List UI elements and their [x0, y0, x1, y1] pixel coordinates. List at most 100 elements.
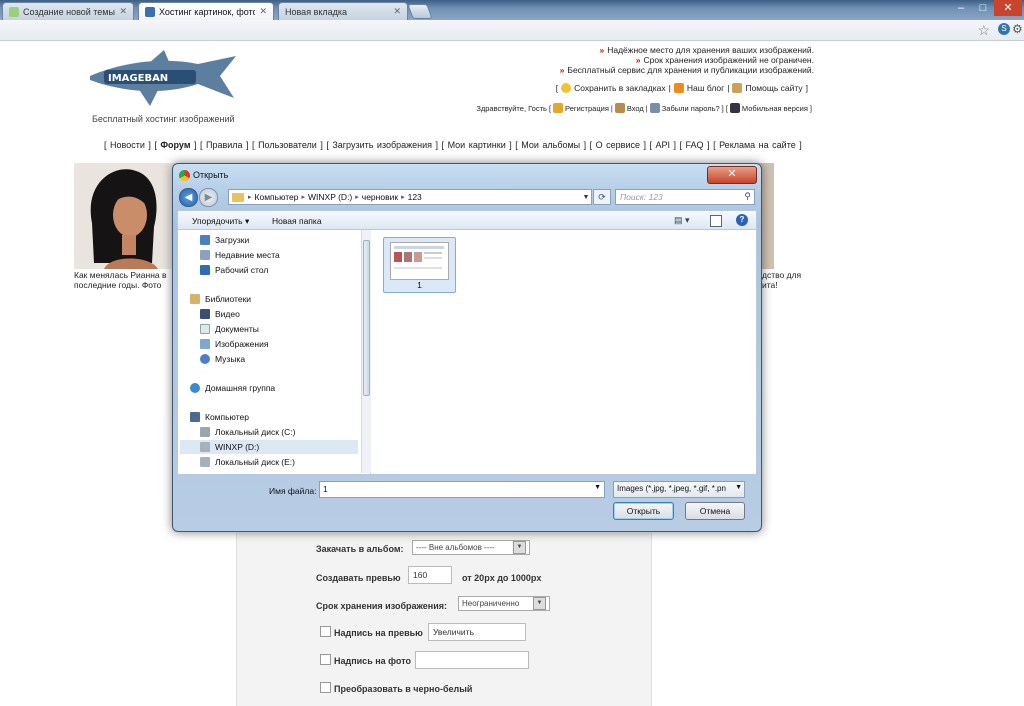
bookmark-link[interactable]: Сохранить в закладках: [574, 83, 665, 93]
navigation-pane: Загрузки Недавние места Рабочий стол Биб…: [177, 230, 372, 475]
open-file-dialog: Открыть ✕ ◀ ▶ ▸ Компьютер ▸ WINXP (D:) ▸ че…: [172, 163, 762, 532]
scrollbar-thumb[interactable]: [363, 240, 370, 396]
photo-caption-checkbox[interactable]: [320, 654, 331, 665]
view-options-icon[interactable]: ▤ ▾: [674, 215, 690, 226]
nav-documents[interactable]: Документы: [200, 324, 259, 334]
close-tab-icon[interactable]: ✕: [119, 6, 127, 17]
filetype-select[interactable]: Images (*.jpg, *.jpeg, *.gif, *.pn ▼: [613, 481, 745, 498]
mobile-link[interactable]: Мобильная версия: [742, 104, 808, 113]
storage-select[interactable]: Неограниченно ▼: [458, 596, 550, 611]
header-links: [ Сохранить в закладках | Наш блог | Помощ…: [555, 83, 808, 93]
nav-rules[interactable]: Правила: [206, 140, 243, 150]
preview-caption-input[interactable]: Увеличить: [428, 623, 526, 641]
file-item[interactable]: 1: [383, 237, 456, 293]
nav-computer[interactable]: Компьютер: [190, 412, 249, 422]
nav-pictures[interactable]: Изображения: [200, 339, 268, 349]
nav-video[interactable]: Видео: [200, 309, 240, 319]
chevron-down-icon[interactable]: ▼: [594, 484, 601, 491]
nav-upload[interactable]: Загрузить изображения: [332, 140, 432, 150]
search-input[interactable]: Поиск: 123 ⚲: [615, 189, 755, 205]
new-folder-button[interactable]: Новая папка: [272, 216, 322, 226]
preview-range: от 20px до 1000px: [462, 573, 542, 583]
breadcrumb-computer[interactable]: Компьютер: [255, 192, 299, 202]
chevron-down-icon: ▼: [735, 484, 742, 491]
blog-link[interactable]: Наш блог: [687, 83, 724, 93]
filename-input[interactable]: 1 ▼: [319, 481, 605, 498]
tab-imageban[interactable]: Хостинг картинок, фотохо ✕: [138, 2, 274, 20]
nav-api[interactable]: API: [656, 140, 671, 150]
extension-icon[interactable]: S: [998, 23, 1010, 35]
chevron-down-icon[interactable]: ▼: [581, 194, 591, 201]
breadcrumb-subfolder[interactable]: 123: [408, 192, 422, 202]
close-tab-icon[interactable]: ✕: [259, 6, 267, 17]
nav-ads[interactable]: Реклама на сайте: [719, 140, 796, 150]
forward-arrow-icon[interactable]: ▶: [199, 188, 218, 207]
nav-my-albums[interactable]: Мои альбомы: [521, 140, 580, 150]
photo-caption-input[interactable]: [415, 651, 529, 669]
chrome-icon: [179, 170, 190, 181]
forum-favicon-icon: [9, 6, 19, 17]
wrench-icon[interactable]: ⚙: [1012, 22, 1024, 36]
storage-label: Срок хранения изображения:: [316, 601, 447, 611]
lost-password-link[interactable]: Забыли пароль?: [662, 104, 720, 113]
command-bar: Упорядочить ▾ Новая папка ▤ ▾ ?: [177, 210, 757, 230]
drive-c-icon: [200, 427, 210, 437]
nav-drive-e[interactable]: Локальный диск (E:): [200, 457, 295, 467]
nav-drive-c[interactable]: Локальный диск (C:): [200, 427, 295, 437]
nav-drive-d[interactable]: WINXP (D:): [180, 440, 358, 454]
help-icon[interactable]: ?: [736, 214, 748, 226]
album-select[interactable]: ---- Вне альбомов ---- ▼: [412, 540, 530, 555]
nav-recent-places[interactable]: Недавние места: [200, 250, 280, 260]
documents-icon: [200, 324, 210, 334]
tab-label: Создание новой темы - Ф: [23, 6, 115, 17]
tab-new[interactable]: Новая вкладка ✕: [278, 2, 408, 20]
bookmark-star-icon[interactable]: ☆: [977, 22, 990, 39]
register-link[interactable]: Регистрация: [565, 104, 609, 113]
dialog-title: Открыть: [193, 170, 229, 180]
close-window-button[interactable]: ✕: [994, 0, 1022, 16]
preview-size-input[interactable]: 160: [408, 566, 452, 584]
preview-caption-checkbox[interactable]: [320, 626, 331, 637]
maximize-button[interactable]: □: [972, 0, 994, 16]
login-icon: [614, 103, 625, 113]
nav-my-pictures[interactable]: Мои картинки: [448, 140, 506, 150]
minimize-button[interactable]: –: [950, 0, 972, 16]
organize-button[interactable]: Упорядочить ▾: [192, 216, 249, 227]
tab-create-topic[interactable]: Создание новой темы - Ф ✕: [2, 2, 134, 20]
star-icon: [561, 83, 572, 93]
rihanna-photo[interactable]: [74, 163, 169, 269]
login-link[interactable]: Вход: [627, 104, 644, 113]
preview-pane-icon[interactable]: [710, 215, 722, 227]
file-name: 1: [417, 280, 422, 290]
breadcrumb-drive[interactable]: WINXP (D:): [308, 192, 352, 202]
nav-faq[interactable]: FAQ: [686, 140, 704, 150]
photo-caption[interactable]: Как менялась Рианна в последние годы. Фот…: [74, 270, 167, 290]
imageban-logo[interactable]: IMAGEBAN: [88, 50, 238, 112]
refresh-icon[interactable]: ⟳: [593, 189, 611, 205]
dialog-close-button[interactable]: ✕: [707, 166, 757, 184]
close-tab-icon[interactable]: ✕: [393, 6, 401, 17]
nav-downloads[interactable]: Загрузки: [200, 235, 249, 245]
nav-music[interactable]: Музыка: [200, 354, 245, 364]
nav-desktop[interactable]: Рабочий стол: [200, 265, 268, 275]
grayscale-checkbox[interactable]: [320, 682, 331, 693]
breadcrumb-folder[interactable]: черновик: [362, 192, 398, 202]
nav-about[interactable]: О сервисе: [596, 140, 640, 150]
filename-label: Имя файла:: [269, 486, 317, 496]
nav-libraries[interactable]: Библиотеки: [190, 294, 251, 304]
donate-link[interactable]: Помощь сайту: [745, 83, 802, 93]
nav-forum[interactable]: Форум: [160, 140, 190, 150]
photo-caption[interactable]: дство для ита!: [762, 270, 801, 290]
nav-users[interactable]: Пользователи: [258, 140, 317, 150]
nav-homegroup[interactable]: Домашняя группа: [190, 383, 275, 393]
desktop-icon: [200, 265, 210, 275]
blog-icon: [673, 83, 684, 93]
file-thumbnail: [390, 242, 449, 280]
cancel-button[interactable]: Отмена: [685, 502, 745, 520]
folder-icon: [232, 192, 244, 202]
address-bar[interactable]: ▸ Компьютер ▸ WINXP (D:) ▸ черновик ▸ 123 ▼: [228, 189, 592, 205]
tab-label: Новая вкладка: [285, 6, 348, 17]
back-arrow-icon[interactable]: ◀: [179, 188, 198, 207]
nav-news[interactable]: Новости: [110, 140, 145, 150]
open-button[interactable]: Открыть: [613, 502, 674, 520]
